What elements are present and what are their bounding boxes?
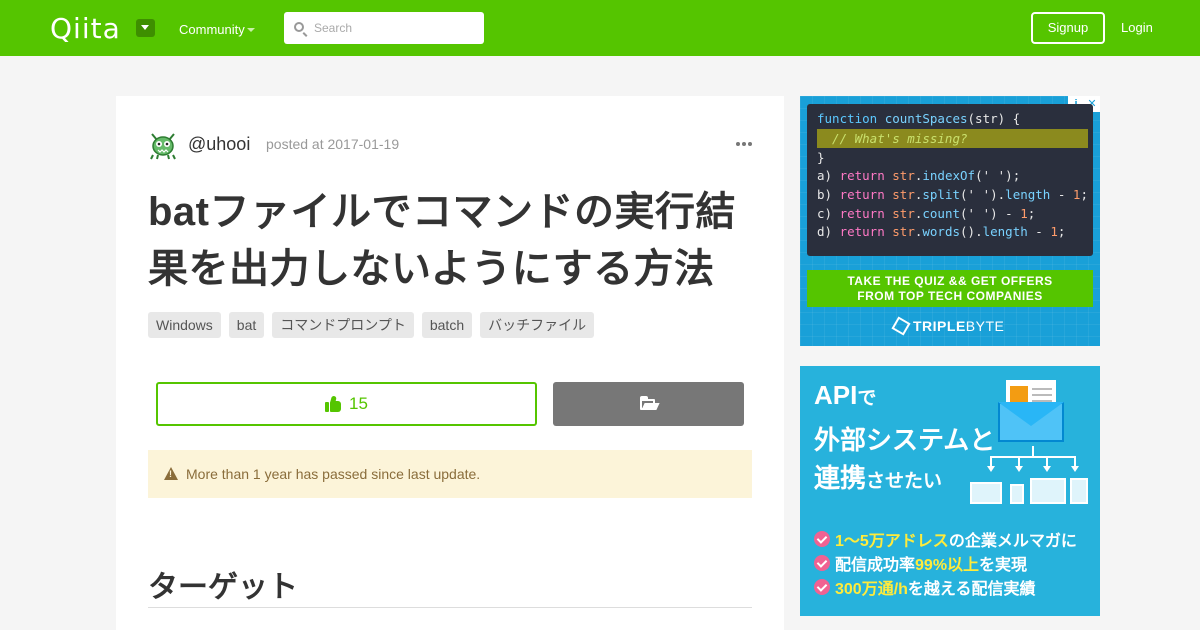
avatar[interactable] xyxy=(148,130,178,160)
like-button[interactable]: 15 xyxy=(156,382,537,426)
tag-item[interactable]: バッチファイル xyxy=(480,312,595,338)
check-icon xyxy=(814,555,830,571)
section-heading: ターゲット xyxy=(148,562,752,608)
stock-button[interactable] xyxy=(553,382,744,426)
tag-item[interactable]: コマンドプロンプト xyxy=(272,312,414,338)
tag-item[interactable]: bat xyxy=(228,312,265,338)
ad-title-line: APIで xyxy=(814,380,877,410)
code-line: b) return str.split(' ').length - 1; xyxy=(817,187,1088,202)
signup-button[interactable]: Signup xyxy=(1031,12,1105,44)
check-icon xyxy=(814,531,830,547)
envelope-icon xyxy=(998,380,1064,442)
article-card xyxy=(116,96,784,630)
like-count: 15 xyxy=(349,394,368,413)
code-line: c) return str.count(' ') - 1; xyxy=(817,206,1036,221)
ad-title-line: 外部システムと xyxy=(814,425,996,455)
tag-item[interactable]: Windows xyxy=(148,312,221,338)
ad-title-line: 連携させたい xyxy=(814,463,943,493)
logo-dropdown-icon[interactable] xyxy=(136,19,155,37)
phone-icon xyxy=(1010,484,1024,504)
qiita-logo[interactable]: Qiita xyxy=(50,12,121,45)
search-input[interactable] xyxy=(314,12,479,44)
more-options-icon[interactable] xyxy=(736,142,752,146)
article-title: batファイルでコマンドの実行結果を出力しないようにする方法 xyxy=(148,190,736,291)
warning-icon xyxy=(164,467,178,480)
triplebyte-logo: TRIPLEBYTE xyxy=(891,316,1004,336)
distribution-arrows-icon xyxy=(986,446,1080,476)
code-line: // What's missing? xyxy=(817,131,968,146)
code-line: d) return str.words().length - 1; xyxy=(817,224,1066,239)
login-link[interactable]: Login xyxy=(1121,20,1153,35)
ad-bullet: 1〜5万アドレスの企業メルマガに xyxy=(814,527,1077,551)
community-menu[interactable]: Community xyxy=(179,22,245,37)
search-box[interactable] xyxy=(284,12,484,44)
stale-article-alert: More than 1 year has passed since last u… xyxy=(148,450,752,498)
quiz-cta[interactable]: TAKE THE QUIZ && GET OFFERS FROM TOP TEC… xyxy=(807,270,1093,307)
alert-text: More than 1 year has passed since last u… xyxy=(186,466,481,482)
tag-list: Windows bat コマンドプロンプト batch バッチファイル xyxy=(148,312,595,338)
code-snippet: function countSpaces(str) { // What's mi… xyxy=(807,104,1093,256)
posted-date: posted at 2017-01-19 xyxy=(266,136,400,152)
monitor-icon xyxy=(1030,478,1066,504)
folder-open-icon xyxy=(640,396,660,410)
chevron-down-icon xyxy=(247,28,255,32)
check-icon xyxy=(814,579,830,595)
ad-bullet: 300万通/hを越える配信実績 xyxy=(814,575,1035,599)
thumbs-up-icon xyxy=(325,395,342,412)
laptop-icon xyxy=(970,482,1002,504)
code-line: } xyxy=(817,150,825,165)
hexagon-icon xyxy=(891,316,911,336)
code-line: a) return str.indexOf(' '); xyxy=(817,168,1021,183)
code-line: function countSpaces(str) { xyxy=(817,111,1021,126)
search-icon xyxy=(294,22,304,32)
tablet-icon xyxy=(1070,478,1088,504)
ad-bullet: 配信成功率99%以上を実現 xyxy=(814,551,1027,575)
author-username[interactable]: @uhooi xyxy=(188,134,250,155)
tag-item[interactable]: batch xyxy=(421,312,473,338)
